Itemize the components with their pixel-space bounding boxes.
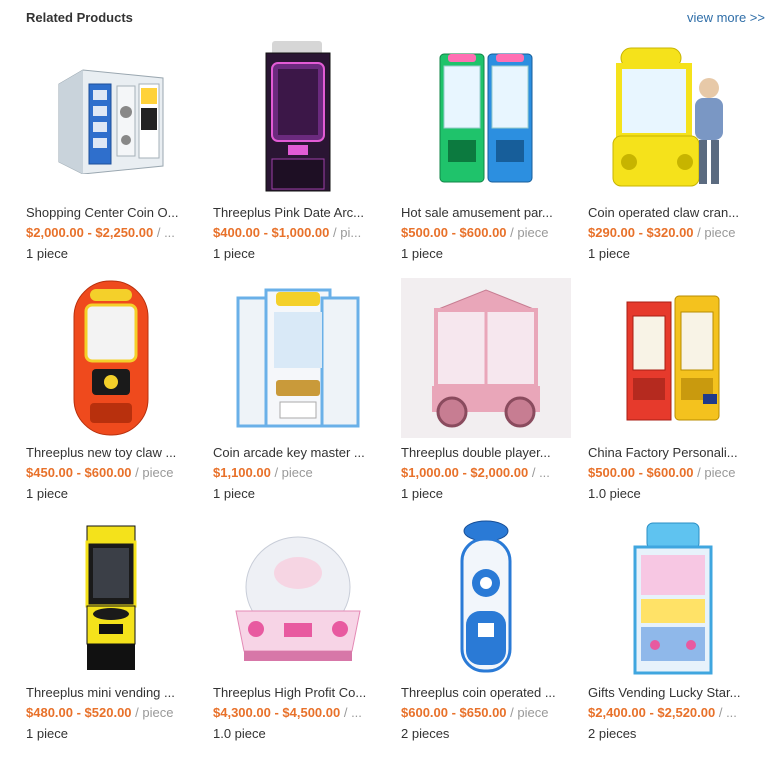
product-name[interactable]: Gifts Vending Lucky Star... [588, 684, 758, 702]
product-card[interactable]: Gifts Vending Lucky Star... $2,400.00 - … [588, 518, 758, 744]
product-price: $600.00 - $650.00 [401, 705, 507, 720]
product-card[interactable]: Threeplus new toy claw ... $450.00 - $60… [26, 278, 196, 504]
product-unit: / piece [131, 705, 174, 720]
product-price: $1,100.00 [213, 465, 271, 480]
product-image[interactable] [26, 518, 196, 678]
product-name[interactable]: Threeplus coin operated ... [401, 684, 571, 702]
phone-booth-claw-icon [626, 295, 720, 421]
product-price: $450.00 - $600.00 [26, 465, 132, 480]
product-unit: / piece [270, 465, 313, 480]
view-more-link[interactable]: view more >> [687, 10, 765, 25]
product-image[interactable] [401, 38, 571, 198]
product-moq: 1 piece [213, 246, 255, 261]
section-title: Related Products [26, 10, 133, 25]
product-moq: 1 piece [401, 246, 443, 261]
product-card[interactable]: Shopping Center Coin O... $2,000.00 - $2… [26, 38, 196, 264]
product-price: $500.00 - $600.00 [401, 225, 507, 240]
product-unit: / piece [131, 465, 174, 480]
product-name[interactable]: Threeplus new toy claw ... [26, 444, 196, 462]
yellow-claw-crane-icon [612, 47, 723, 187]
pink-claw-machine-icon [265, 41, 331, 192]
product-moq: 2 pieces [588, 726, 637, 741]
product-name[interactable]: Threeplus mini vending ... [26, 684, 196, 702]
pink-cart-claw-icon [432, 289, 540, 428]
red-capsule-claw-icon [73, 280, 149, 436]
lucky-star-arcade-icon [633, 522, 713, 675]
product-price: $400.00 - $1,000.00 [213, 225, 330, 240]
product-image[interactable] [26, 278, 196, 438]
product-image[interactable] [213, 278, 383, 438]
product-price-line: $400.00 - $1,000.00 / pi... [213, 223, 381, 243]
product-price: $1,000.00 - $2,000.00 [401, 465, 529, 480]
product-unit: / piece [693, 225, 736, 240]
product-moq: 1 piece [26, 486, 68, 501]
product-unit: / piece [506, 705, 549, 720]
product-card[interactable]: Threeplus Pink Date Arc... $400.00 - $1,… [213, 38, 383, 264]
product-unit: / pi... [329, 225, 362, 240]
product-image[interactable] [588, 38, 758, 198]
product-image[interactable] [26, 38, 196, 198]
product-moq: 2 pieces [401, 726, 450, 741]
double-claw-machine-icon [439, 53, 533, 183]
related-products-header: Related Products view more >> [26, 10, 765, 28]
product-moq: 1 piece [588, 246, 630, 261]
product-price: $2,000.00 - $2,250.00 [26, 225, 154, 240]
product-name[interactable]: Coin arcade key master ... [213, 444, 383, 462]
product-price-line: $500.00 - $600.00 / piece [588, 463, 756, 483]
product-name[interactable]: China Factory Personali... [588, 444, 758, 462]
capsule-toy-machine-icon [460, 520, 512, 673]
vending-cabinet-icon [58, 69, 164, 174]
product-price-line: $600.00 - $650.00 / piece [401, 703, 569, 723]
product-card[interactable]: Coin arcade key master ... $1,100.00 / p… [213, 278, 383, 504]
product-card[interactable]: Hot sale amusement par... $500.00 - $600… [401, 38, 571, 264]
key-master-arcade-icon [236, 288, 360, 428]
product-price-line: $480.00 - $520.00 / piece [26, 703, 194, 723]
product-card[interactable]: Threeplus double player... $1,000.00 - $… [401, 278, 571, 504]
product-unit: / piece [506, 225, 549, 240]
product-image[interactable] [401, 278, 571, 438]
product-moq: 1.0 piece [588, 486, 641, 501]
product-moq: 1 piece [26, 246, 68, 261]
product-price: $480.00 - $520.00 [26, 705, 132, 720]
product-price: $500.00 - $600.00 [588, 465, 694, 480]
product-price-line: $4,300.00 - $4,500.00 / ... [213, 703, 381, 723]
product-price-line: $500.00 - $600.00 / piece [401, 223, 569, 243]
product-price-line: $1,000.00 - $2,000.00 / ... [401, 463, 569, 483]
product-image[interactable] [213, 38, 383, 198]
product-unit: / piece [693, 465, 736, 480]
product-moq: 1 piece [213, 486, 255, 501]
product-name[interactable]: Hot sale amusement par... [401, 204, 571, 222]
product-unit: / ... [715, 705, 737, 720]
product-unit: / ... [528, 465, 550, 480]
product-name[interactable]: Threeplus Pink Date Arc... [213, 204, 383, 222]
product-image[interactable] [213, 518, 383, 678]
product-card[interactable]: Threeplus coin operated ... $600.00 - $6… [401, 518, 571, 744]
mini-vending-machine-icon [85, 525, 137, 670]
product-price-line: $290.00 - $320.00 / piece [588, 223, 756, 243]
product-image[interactable] [401, 518, 571, 678]
product-price-line: $450.00 - $600.00 / piece [26, 463, 194, 483]
product-name[interactable]: Coin operated claw cran... [588, 204, 758, 222]
product-card[interactable]: Coin operated claw cran... $290.00 - $32… [588, 38, 758, 264]
product-moq: 1.0 piece [213, 726, 266, 741]
product-image[interactable] [588, 278, 758, 438]
product-unit: / ... [340, 705, 362, 720]
product-price: $2,400.00 - $2,520.00 [588, 705, 716, 720]
product-card[interactable]: China Factory Personali... $500.00 - $60… [588, 278, 758, 504]
product-price-line: $2,000.00 - $2,250.00 / ... [26, 223, 194, 243]
product-price-line: $2,400.00 - $2,520.00 / ... [588, 703, 756, 723]
product-image[interactable] [588, 518, 758, 678]
product-price: $290.00 - $320.00 [588, 225, 694, 240]
product-name[interactable]: Threeplus double player... [401, 444, 571, 462]
product-name[interactable]: Threeplus High Profit Co... [213, 684, 383, 702]
product-name[interactable]: Shopping Center Coin O... [26, 204, 196, 222]
product-moq: 1 piece [401, 486, 443, 501]
product-card[interactable]: Threeplus mini vending ... $480.00 - $52… [26, 518, 196, 744]
product-unit: / ... [153, 225, 175, 240]
product-moq: 1 piece [26, 726, 68, 741]
dome-claw-machine-icon [235, 536, 361, 661]
product-price-line: $1,100.00 / piece [213, 463, 381, 483]
product-price: $4,300.00 - $4,500.00 [213, 705, 341, 720]
product-card[interactable]: Threeplus High Profit Co... $4,300.00 - … [213, 518, 383, 744]
